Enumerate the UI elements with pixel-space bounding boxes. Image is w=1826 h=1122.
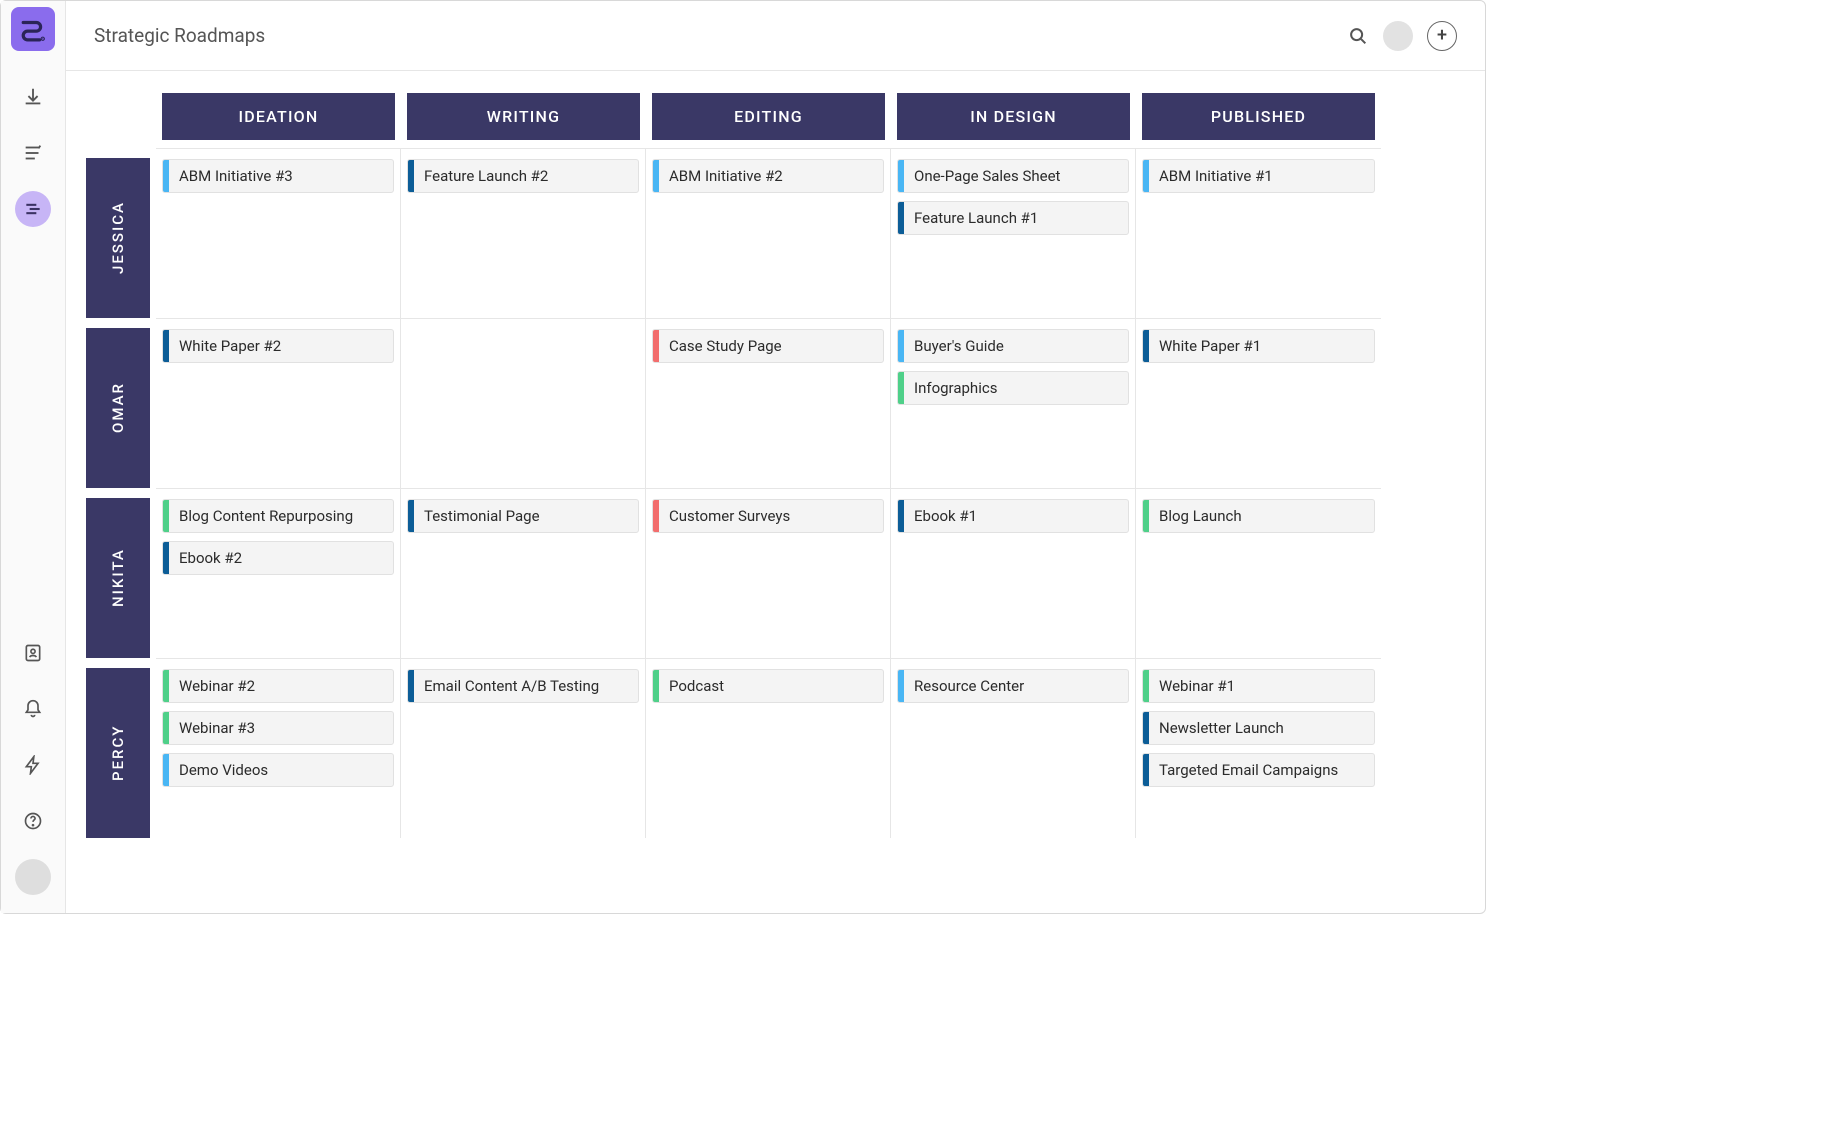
board-cell[interactable]: Podcast <box>646 658 891 838</box>
board-cell[interactable]: ABM Initiative #3 <box>156 148 401 318</box>
card[interactable]: Ebook #1 <box>897 499 1129 533</box>
card[interactable]: Case Study Page <box>652 329 884 363</box>
card[interactable]: Feature Launch #1 <box>897 201 1129 235</box>
card-title: Case Study Page <box>659 331 792 362</box>
bolt-icon[interactable] <box>15 747 51 783</box>
card[interactable]: White Paper #2 <box>162 329 394 363</box>
card-title: Buyer's Guide <box>904 331 1014 362</box>
board-cell[interactable]: ABM Initiative #1 <box>1136 148 1381 318</box>
card[interactable]: ABM Initiative #2 <box>652 159 884 193</box>
search-icon[interactable] <box>1347 25 1369 47</box>
page-title: Strategic Roadmaps <box>94 24 265 47</box>
help-icon[interactable] <box>15 803 51 839</box>
board-cell[interactable]: Resource Center <box>891 658 1136 838</box>
card-title: Feature Launch #1 <box>904 203 1048 234</box>
board-cell[interactable]: Testimonial Page <box>401 488 646 658</box>
lane-label[interactable]: OMAR <box>86 328 150 488</box>
column-header[interactable]: WRITING <box>407 93 640 140</box>
lane-label[interactable]: NIKITA <box>86 498 150 658</box>
column-header[interactable]: IN DESIGN <box>897 93 1130 140</box>
board-cell[interactable]: Blog Content Repurposing Ebook #2 <box>156 488 401 658</box>
board-cell[interactable]: Email Content A/B Testing <box>401 658 646 838</box>
board-cell[interactable]: White Paper #2 <box>156 318 401 488</box>
card-title: Infographics <box>904 373 1007 404</box>
card[interactable]: Webinar #3 <box>162 711 394 745</box>
board-cell[interactable] <box>401 318 646 488</box>
topbar: Strategic Roadmaps + <box>66 1 1485 71</box>
import-icon[interactable] <box>15 79 51 115</box>
card-title: Demo Videos <box>169 755 278 786</box>
roadmap-icon[interactable] <box>15 191 51 227</box>
card-title: Ebook #2 <box>169 543 252 574</box>
card[interactable]: Resource Center <box>897 669 1129 703</box>
card[interactable]: Customer Surveys <box>652 499 884 533</box>
column-header[interactable]: EDITING <box>652 93 885 140</box>
card[interactable]: Blog Content Repurposing <box>162 499 394 533</box>
card[interactable]: Buyer's Guide <box>897 329 1129 363</box>
card[interactable]: Ebook #2 <box>162 541 394 575</box>
main-area: Strategic Roadmaps + IDEATION WRITING EDIT… <box>66 1 1485 913</box>
board-cell[interactable]: One-Page Sales Sheet Feature Launch #1 <box>891 148 1136 318</box>
card[interactable]: White Paper #1 <box>1142 329 1375 363</box>
card-title: ABM Initiative #3 <box>169 161 303 192</box>
card-title: Resource Center <box>904 671 1034 702</box>
card-title: White Paper #2 <box>169 331 291 362</box>
card-title: ABM Initiative #1 <box>1149 161 1283 192</box>
card-title: Webinar #1 <box>1149 671 1245 702</box>
grid-corner <box>86 93 156 148</box>
card[interactable]: Webinar #2 <box>162 669 394 703</box>
sidebar <box>1 1 66 913</box>
board-cell[interactable]: Webinar #2 Webinar #3 Demo Videos <box>156 658 401 838</box>
column-header[interactable]: IDEATION <box>162 93 395 140</box>
add-button[interactable]: + <box>1427 21 1457 51</box>
profile-avatar[interactable] <box>1383 21 1413 51</box>
board: IDEATION WRITING EDITING IN DESIGN PUBLISHED… <box>66 71 1485 913</box>
card-title: ABM Initiative #2 <box>659 161 793 192</box>
card[interactable]: Targeted Email Campaigns <box>1142 753 1375 787</box>
board-cell[interactable]: Webinar #1 Newsletter Launch Targeted Emai… <box>1136 658 1381 838</box>
card-title: Email Content A/B Testing <box>414 671 609 702</box>
card-title: Podcast <box>659 671 734 702</box>
card[interactable]: ABM Initiative #3 <box>162 159 394 193</box>
board-cell[interactable]: Ebook #1 <box>891 488 1136 658</box>
user-avatar[interactable] <box>15 859 51 895</box>
card-title: Blog Content Repurposing <box>169 501 363 532</box>
card-title: Ebook #1 <box>904 501 987 532</box>
card-title: White Paper #1 <box>1149 331 1271 362</box>
card[interactable]: Testimonial Page <box>407 499 639 533</box>
card[interactable]: One-Page Sales Sheet <box>897 159 1129 193</box>
card-title: Targeted Email Campaigns <box>1149 755 1348 786</box>
notifications-icon[interactable] <box>15 691 51 727</box>
card-title: Webinar #3 <box>169 713 265 744</box>
contacts-icon[interactable] <box>15 635 51 671</box>
card[interactable]: Email Content A/B Testing <box>407 669 639 703</box>
card-title: One-Page Sales Sheet <box>904 161 1070 192</box>
card[interactable]: Demo Videos <box>162 753 394 787</box>
card-title: Feature Launch #2 <box>414 161 558 192</box>
board-cell[interactable]: Buyer's Guide Infographics <box>891 318 1136 488</box>
card[interactable]: Newsletter Launch <box>1142 711 1375 745</box>
list-icon[interactable] <box>15 135 51 171</box>
card-title: Newsletter Launch <box>1149 713 1294 744</box>
board-cell[interactable]: ABM Initiative #2 <box>646 148 891 318</box>
board-cell[interactable]: Case Study Page <box>646 318 891 488</box>
app-logo[interactable] <box>11 7 55 51</box>
card[interactable]: Infographics <box>897 371 1129 405</box>
card[interactable]: Podcast <box>652 669 884 703</box>
card-title: Testimonial Page <box>414 501 550 532</box>
card[interactable]: ABM Initiative #1 <box>1142 159 1375 193</box>
board-cell[interactable]: Blog Launch <box>1136 488 1381 658</box>
card-title: Blog Launch <box>1149 501 1252 532</box>
lane-label[interactable]: PERCY <box>86 668 150 838</box>
card[interactable]: Webinar #1 <box>1142 669 1375 703</box>
card[interactable]: Blog Launch <box>1142 499 1375 533</box>
card-title: Customer Surveys <box>659 501 800 532</box>
card[interactable]: Feature Launch #2 <box>407 159 639 193</box>
board-cell[interactable]: Customer Surveys <box>646 488 891 658</box>
lane-label[interactable]: JESSICA <box>86 158 150 318</box>
board-cell[interactable]: Feature Launch #2 <box>401 148 646 318</box>
card-title: Webinar #2 <box>169 671 265 702</box>
board-cell[interactable]: White Paper #1 <box>1136 318 1381 488</box>
column-header[interactable]: PUBLISHED <box>1142 93 1375 140</box>
